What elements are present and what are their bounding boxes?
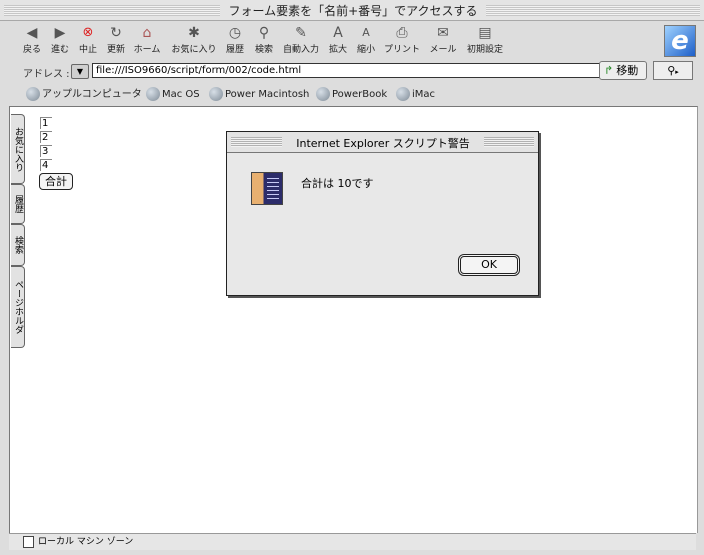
- print-icon: ⎙: [396, 25, 408, 41]
- number-field[interactable]: 3: [40, 145, 52, 157]
- dialog-message: 合計は 10です: [301, 177, 374, 190]
- tab-search[interactable]: 検索: [11, 224, 25, 266]
- print-button[interactable]: ⎙ プリント: [382, 25, 422, 55]
- alert-face-icon: [251, 172, 283, 205]
- tab-favorites[interactable]: お気に入り: [11, 114, 25, 184]
- tab-page-holder[interactable]: ページホルダ: [11, 266, 25, 348]
- dialog-titlebar[interactable]: Internet Explorer スクリプト警告: [227, 132, 538, 153]
- forward-button[interactable]: ▶ 進む: [49, 25, 71, 55]
- address-input[interactable]: file:///ISO9660/script/form/002/code.htm…: [92, 63, 601, 78]
- globe-icon: [209, 87, 223, 101]
- search-icon: ⚲: [258, 25, 270, 41]
- back-button[interactable]: ◀ 戻る: [22, 25, 42, 55]
- favorite-link-imac[interactable]: iMac: [396, 87, 435, 103]
- preferences-icon: ▤: [478, 25, 492, 41]
- autofill-icon: ✎: [295, 25, 307, 41]
- mail-icon: ✉: [437, 25, 449, 41]
- security-zone-label: ローカル マシン ゾーン: [38, 537, 134, 547]
- zone-icon: [23, 535, 34, 548]
- globe-icon: [146, 87, 160, 101]
- autofill-button[interactable]: ✎ 自動入力: [280, 25, 322, 55]
- chevron-down-icon: ▼: [76, 67, 84, 76]
- mail-button[interactable]: ✉ メール: [428, 25, 458, 55]
- forward-arrow-icon: ▶: [54, 25, 66, 41]
- home-icon: ⌂: [142, 25, 152, 41]
- number-field[interactable]: 1: [40, 117, 52, 129]
- refresh-button[interactable]: ↻ 更新: [104, 25, 128, 55]
- window-title: フォーム要素を「名前+番号」でアクセスする: [220, 2, 486, 19]
- favorite-link-powermac[interactable]: Power Macintosh: [209, 87, 309, 103]
- stop-icon: ⊗: [82, 25, 94, 40]
- sum-button[interactable]: 合計: [39, 173, 73, 190]
- refresh-icon: ↻: [110, 25, 122, 41]
- search-button[interactable]: ⚲ 検索: [252, 25, 276, 55]
- larger-text-button[interactable]: A 拡大: [327, 25, 349, 55]
- search-engine-button[interactable]: ⚲▸: [653, 61, 693, 80]
- home-button[interactable]: ⌂ ホーム: [132, 25, 162, 55]
- ok-button[interactable]: OK: [458, 254, 520, 276]
- address-dropdown[interactable]: ▼: [71, 64, 89, 79]
- favorite-link-apple[interactable]: アップルコンピュータ: [26, 87, 142, 103]
- ie-logo-icon: e: [664, 25, 696, 57]
- status-bar: ローカル マシン ゾーン: [9, 533, 696, 550]
- stop-button[interactable]: ⊗ 中止: [76, 25, 100, 55]
- number-field[interactable]: 4: [40, 159, 52, 171]
- favorites-icon: ✱: [188, 25, 200, 41]
- preferences-button[interactable]: ▤ 初期設定: [465, 25, 505, 55]
- script-alert-dialog: Internet Explorer スクリプト警告 合計は 10です OK: [226, 131, 539, 296]
- history-icon: ◷: [228, 25, 242, 41]
- chevron-right-icon: ▸: [675, 68, 679, 76]
- address-label: アドレス :: [23, 69, 70, 80]
- toolbar: ◀ 戻る ▶ 進む ⊗ 中止 ↻ 更新 ⌂ ホーム ✱ お気に入り ◷ 履歴 ⚲…: [0, 21, 704, 59]
- favorite-link-powerbook[interactable]: PowerBook: [316, 87, 387, 103]
- globe-icon: [396, 87, 410, 101]
- number-field[interactable]: 2: [40, 131, 52, 143]
- dialog-title: Internet Explorer スクリプト警告: [282, 135, 484, 151]
- go-arrow-icon: ↱: [604, 64, 614, 77]
- go-button[interactable]: ↱ 移動: [599, 61, 647, 80]
- globe-icon: [316, 87, 330, 101]
- globe-icon: [26, 87, 40, 101]
- favorite-link-macos[interactable]: Mac OS: [146, 87, 200, 103]
- favorites-button[interactable]: ✱ お気に入り: [170, 25, 218, 55]
- history-button[interactable]: ◷ 履歴: [224, 25, 246, 55]
- smaller-text-icon: A: [362, 26, 370, 39]
- window-titlebar[interactable]: フォーム要素を「名前+番号」でアクセスする: [0, 0, 704, 21]
- smaller-text-button[interactable]: A 縮小: [355, 25, 377, 55]
- tab-history[interactable]: 履歴: [11, 184, 25, 224]
- larger-text-icon: A: [333, 25, 343, 41]
- back-arrow-icon: ◀: [26, 25, 38, 41]
